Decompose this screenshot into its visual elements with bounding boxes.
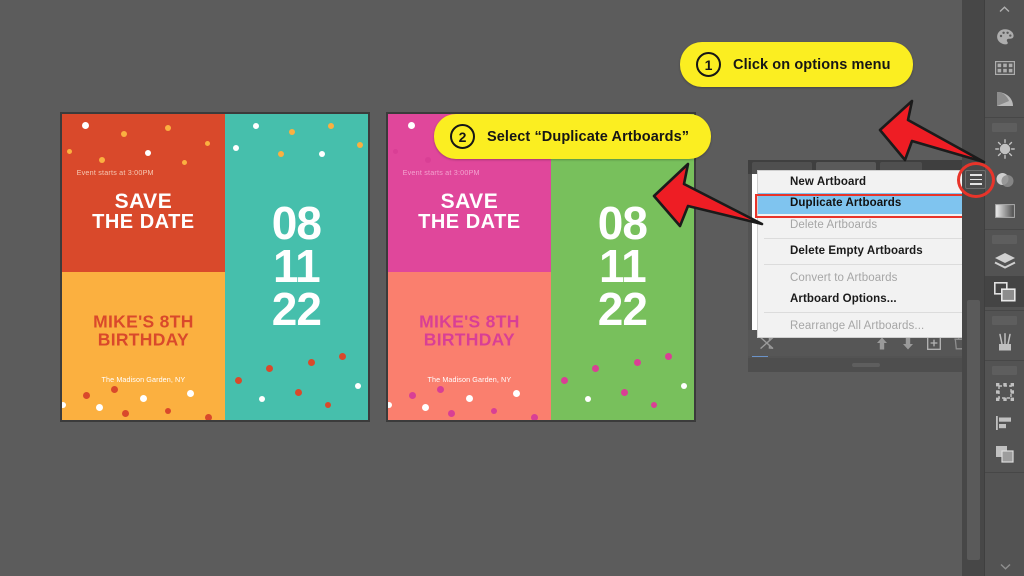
artboard-2-date-yy: 22	[597, 283, 648, 336]
artboard-2-date: 08 11 22	[597, 197, 648, 336]
artboard-2-venue: The Madison Garden, NY	[427, 375, 512, 385]
callout-step-2: 2 Select “Duplicate Artboards”	[434, 114, 712, 159]
menu-item-artboard-options[interactable]: Artboard Options...	[758, 289, 968, 311]
rail-group-label	[992, 123, 1017, 132]
hamburger-line	[969, 182, 982, 185]
artboard-2-heading-line1: SAVE	[440, 189, 499, 213]
artboard-2-birthday-line1: MIKE'S 8TH	[419, 311, 520, 332]
artboards-options-flyout-menu[interactable]: New Artboard Duplicate Artboards Delete …	[757, 170, 969, 338]
artboard-2-event-time: Event starts at 3:00PM	[402, 167, 480, 177]
menu-separator-2	[764, 264, 962, 265]
callout-step-1-text: Click on options menu	[733, 56, 891, 73]
callout-step-1: 1 Click on options menu	[680, 42, 913, 87]
gradient-icon[interactable]	[985, 195, 1024, 226]
menu-separator-1	[764, 237, 962, 239]
rail-group-label	[992, 366, 1017, 375]
artboard-1-date-yy: 22	[271, 283, 322, 336]
expand-panels-icon[interactable]	[985, 558, 1024, 574]
artboard-1-heading-line2: THE DATE	[92, 211, 195, 234]
transform-icon[interactable]	[985, 376, 1024, 407]
rail-group-layers	[985, 230, 1024, 311]
callout-step-2-text: Select “Duplicate Artboards”	[487, 128, 690, 145]
panel-icon-rail[interactable]	[984, 0, 1024, 576]
artboard-1-save-the-date-panel: Event starts at 3:00PM SAVE THE DATE	[62, 114, 225, 272]
artboard-1-birthday-line1: MIKE'S 8TH	[93, 311, 194, 332]
swatch-grid-icon[interactable]	[985, 52, 1024, 83]
panel-scrollbar[interactable]	[967, 300, 980, 560]
artboard-2-birthday: MIKE'S 8TH BIRTHDAY	[419, 312, 520, 349]
hamburger-line	[969, 174, 982, 177]
hamburger-line	[969, 178, 982, 181]
menu-item-delete-artboards: Delete Artboards	[790, 218, 878, 231]
rail-group-label	[992, 316, 1017, 325]
artboard-2-heading-line2: THE DATE	[418, 211, 521, 234]
artboard-1-left-column: Event starts at 3:00PM SAVE THE DATE MIK…	[62, 114, 225, 420]
brushes-icon[interactable]	[985, 326, 1024, 357]
artboard-1-heading-line1: SAVE	[114, 189, 173, 213]
rail-group-transform	[985, 361, 1024, 473]
artboard-1-birthday-panel: MIKE'S 8TH BIRTHDAY The Madison Garden, …	[62, 271, 225, 420]
artboard-1-date-mm: 11	[273, 240, 321, 293]
artboard-2-birthday-panel: MIKE'S 8TH BIRTHDAY The Madison Garden, …	[388, 271, 551, 420]
layers-icon[interactable]	[985, 245, 1024, 276]
align-icon[interactable]	[985, 407, 1024, 438]
artboard-1-birthday-line2: BIRTHDAY	[97, 329, 189, 350]
artboard-1-date: 08 11 22	[271, 197, 322, 336]
artboard-1[interactable]: Event starts at 3:00PM SAVE THE DATE MIK…	[60, 112, 370, 422]
callout-step-1-number: 1	[696, 52, 721, 77]
menu-item-new-artboard[interactable]: New Artboard	[758, 171, 968, 193]
menu-separator-3	[764, 312, 962, 313]
rail-group-brushes	[985, 311, 1024, 361]
rail-group-label	[992, 235, 1017, 244]
panel-resize-handle[interactable]	[748, 358, 983, 372]
artboard-1-venue: The Madison Garden, NY	[101, 375, 186, 385]
app-window: Event starts at 3:00PM SAVE THE DATE MIK…	[0, 0, 1024, 576]
artboard-2-date-dd: 08	[597, 197, 648, 250]
artboard-1-birthday: MIKE'S 8TH BIRTHDAY	[93, 312, 194, 349]
color-swatches-icon[interactable]	[985, 21, 1024, 52]
artboard-1-event-time: Event starts at 3:00PM	[76, 167, 154, 177]
artboard-1-date-dd: 08	[271, 197, 322, 250]
artboard-1-heading: SAVE THE DATE	[92, 189, 195, 234]
arrow-to-duplicate-artboards	[652, 162, 764, 228]
artboards-icon[interactable]	[985, 276, 1024, 307]
artboard-2-left-column: Event starts at 3:00PM SAVE THE DATE MIK…	[388, 114, 551, 420]
callout-step-2-number: 2	[450, 124, 475, 149]
artboard-2-heading: SAVE THE DATE	[418, 189, 521, 234]
panel-grip-icon	[851, 363, 880, 367]
pathfinder-icon[interactable]	[985, 438, 1024, 469]
collapse-panels-icon[interactable]	[985, 0, 1024, 18]
menu-item-delete-empty-artboards[interactable]: Delete Empty Artboards	[758, 241, 968, 263]
artboard-1-date-panel: 08 11 22	[224, 114, 368, 420]
artboard-2-date-mm: 11	[599, 240, 647, 293]
menu-item-rearrange-all-artboards: Rearrange All Artboards...	[790, 319, 925, 332]
artboard-2-birthday-line2: BIRTHDAY	[423, 329, 515, 350]
menu-item-duplicate-artboards[interactable]: Duplicate Artboards	[758, 192, 968, 214]
menu-item-convert-to-artboards: Convert to Artboards	[790, 271, 898, 284]
arrow-to-options-menu	[878, 99, 986, 164]
